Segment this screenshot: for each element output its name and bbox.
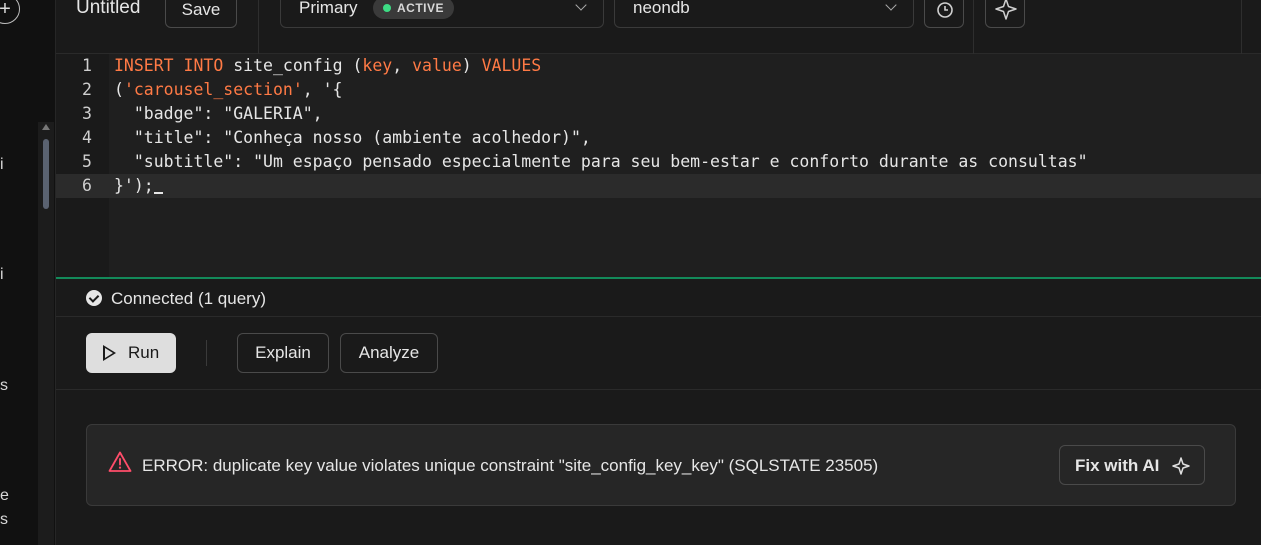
database-name: neondb [633,0,690,17]
sparkle-icon [1172,457,1190,475]
sidebar: + i i s e s [0,0,56,545]
toolbar-divider [206,340,207,366]
explain-button[interactable]: Explain [237,333,329,373]
code-line[interactable]: 5 "subtitle": "Um espaço pensado especia… [56,150,1261,174]
database-select[interactable]: neondb [614,0,914,28]
query-header: Untitled Save Primary ACTIVE neondb [56,0,1261,54]
sql-keyword: INSERT [114,56,174,75]
chevron-down-icon [575,0,587,11]
header-divider [1241,0,1242,54]
column-name: value [412,56,462,75]
branch-name: Primary [299,0,358,17]
sidebar-item-fragment[interactable]: s [0,511,8,529]
header-divider [258,0,259,54]
query-toolbar: Run Explain Analyze [56,318,1261,390]
line-number: 5 [82,152,92,171]
line-number: 3 [82,104,92,123]
code-line[interactable]: 4 "title": "Conheça nosso (ambiente acol… [56,126,1261,150]
results-panel: ERROR: duplicate key value violates uniq… [56,390,1261,545]
header-divider [973,0,974,54]
run-button[interactable]: Run [86,333,176,373]
ai-assistant-button[interactable] [985,0,1025,28]
error-alert: ERROR: duplicate key value violates uniq… [86,424,1236,506]
add-icon[interactable]: + [0,0,20,24]
analyze-button[interactable]: Analyze [340,333,438,373]
fix-with-ai-label: Fix with AI [1075,456,1160,475]
status-badge-label: ACTIVE [397,1,445,15]
sparkle-icon [995,0,1017,20]
run-button-label: Run [128,343,160,362]
line-number: 6 [82,176,92,195]
sidebar-scrollbar-thumb[interactable] [43,139,49,209]
code-line-active[interactable]: 6 }'); [56,174,1261,198]
code-text: }'); [114,174,163,198]
code-fragment: , '{ [302,80,343,99]
sidebar-item-fragment[interactable]: s [0,377,8,395]
code-text: "subtitle": "Um espaço pensado especialm… [114,152,1088,171]
code-text: "title": "Conheça nosso (ambiente acolhe… [114,128,591,147]
sidebar-item-fragment[interactable]: i [0,266,4,284]
code-line[interactable]: 3 "badge": "GALERIA", [56,102,1261,126]
code-line[interactable]: 2 ('carousel_section', '{ [56,78,1261,102]
history-button[interactable] [924,0,964,28]
line-number: 1 [82,56,92,75]
line-number: 2 [82,80,92,99]
table-name: site_config [233,56,343,75]
scroll-up-icon[interactable] [42,124,50,130]
line-number: 4 [82,128,92,147]
sidebar-item-fragment[interactable]: i [0,156,4,174]
sql-keyword: VALUES [481,56,542,75]
code-line[interactable]: 1 INSERT INTO site_config (key, value) V… [56,54,1261,78]
connection-status-text: Connected (1 query) [111,289,266,308]
status-badge: ACTIVE [373,0,455,19]
branch-select[interactable]: Primary ACTIVE [280,0,604,28]
play-icon [103,345,116,361]
string-literal: 'carousel_section' [123,80,303,99]
warning-icon [108,451,132,472]
save-button[interactable]: Save [165,0,237,28]
connection-status: Connected (1 query) [56,279,1261,317]
error-message: ERROR: duplicate key value violates uniq… [142,456,879,475]
fix-with-ai-button[interactable]: Fix with AI [1059,445,1205,485]
query-title[interactable]: Untitled [76,0,140,19]
text-cursor [153,176,163,194]
sidebar-item-fragment[interactable]: e [0,487,9,505]
column-name: key [362,56,393,75]
code-text: ('carousel_section', '{ [114,80,343,99]
code-fragment: }'); [114,176,154,195]
check-circle-icon [86,290,102,306]
clock-icon [937,2,953,18]
active-dot-icon [383,4,391,12]
sql-keyword: INTO [183,56,224,75]
code-text: INSERT INTO site_config (key, value) VAL… [114,56,542,75]
sql-editor[interactable]: 1 INSERT INTO site_config (key, value) V… [56,54,1261,278]
code-text: "badge": "GALERIA", [114,104,323,123]
chevron-down-icon [885,0,897,11]
